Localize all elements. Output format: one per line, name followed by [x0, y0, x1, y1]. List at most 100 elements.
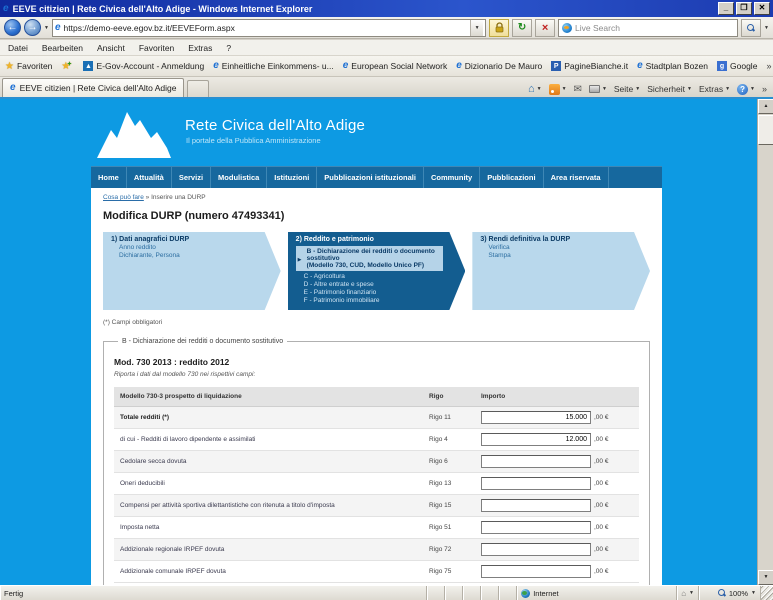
mod730-table: Modello 730-3 prospetto di liquidazione …	[114, 387, 639, 583]
row-label: Oneri deducibili	[120, 480, 429, 487]
tab-active[interactable]: e EEVE citizien | Rete Civica dell'Alto …	[2, 78, 184, 97]
favorite-label: E-Gov-Account - Anmeldung	[96, 61, 204, 71]
security-lock-icon[interactable]	[489, 19, 509, 37]
minimize-button[interactable]: _	[718, 2, 734, 15]
breadcrumb-link[interactable]: Cosa può fare	[103, 194, 144, 201]
step2-active-item[interactable]: ▶ B - Dichiarazione dei redditi o docume…	[296, 246, 444, 271]
new-tab-button[interactable]	[187, 80, 209, 97]
help-button[interactable]: ?▼	[737, 84, 755, 95]
back-button[interactable]: ←	[4, 19, 21, 36]
step2-item-agricoltura[interactable]: C - Agricoltura	[296, 273, 444, 280]
vertical-scrollbar[interactable]: ▲ ▼	[757, 99, 773, 585]
nav-istituzioni[interactable]: Istituzioni	[267, 167, 317, 188]
step1-item-dichiarante[interactable]: Dichiarante, Persona	[111, 252, 259, 259]
tools-menu-button[interactable]: Extras▼	[699, 84, 730, 94]
wizard-step-3[interactable]: 3) Rendi definitiva la DURP Verifica Sta…	[472, 232, 650, 310]
feeds-button[interactable]: ▼	[549, 84, 567, 95]
nav-community[interactable]: Community	[424, 167, 480, 188]
amount-input-rigo15[interactable]	[481, 499, 591, 512]
address-input[interactable]: e https://demo-eeve.egov.bz.it/EEVEForm.…	[52, 19, 486, 37]
page-menu-button[interactable]: Seite▼	[614, 84, 640, 94]
favorite-paginebianche[interactable]: P PagineBianche.it	[551, 61, 628, 71]
stop-button[interactable]: ×	[535, 19, 555, 37]
forward-button[interactable]: →	[24, 19, 41, 36]
page-content: Cosa può fare » Inserire una DURP Modifi…	[91, 188, 662, 585]
search-options-icon[interactable]: ▼	[764, 25, 769, 31]
amount-input-rigo51[interactable]	[481, 521, 591, 534]
amount-input-rigo75[interactable]	[481, 565, 591, 578]
nav-pubblicazioni[interactable]: Pubblicazioni	[480, 167, 543, 188]
favorite-stadtplan[interactable]: e Stadtplan Bozen	[637, 61, 708, 71]
caret-icon: ▼	[537, 86, 542, 92]
egov-favicon-icon: ▲	[83, 61, 93, 71]
amount-suffix: ,00 €	[594, 414, 608, 421]
close-button[interactable]: ✕	[754, 2, 770, 15]
menu-extras[interactable]: Extras	[188, 43, 212, 53]
amount-suffix: ,00 €	[594, 524, 608, 531]
scrollbar-thumb[interactable]	[758, 115, 773, 145]
mail-button[interactable]: ✉	[574, 84, 582, 95]
nav-pubblicazioni-istituzionali[interactable]: Pubblicazioni istituzionali	[317, 167, 424, 188]
scroll-up-icon[interactable]: ▲	[758, 99, 773, 114]
url-text[interactable]: https://demo-eeve.egov.bz.it/EEVEForm.as…	[64, 23, 468, 33]
search-input[interactable]: Live Search	[558, 19, 738, 37]
protected-mode-button[interactable]: ⌂ ▼	[677, 586, 699, 600]
favorites-overflow-icon[interactable]: »	[766, 61, 771, 71]
command-overflow-icon[interactable]: »	[762, 84, 767, 94]
favorites-button[interactable]: ★ Favoriten	[5, 61, 52, 72]
nav-servizi[interactable]: Servizi	[172, 167, 211, 188]
print-button[interactable]: ▼	[589, 85, 607, 93]
step1-item-anno[interactable]: Anno reddito	[111, 244, 259, 251]
active-marker-icon: ▶	[298, 257, 302, 263]
step3-item-verifica[interactable]: Verifica	[480, 244, 628, 251]
address-dropdown-icon[interactable]: ▼	[470, 20, 483, 36]
amount-input-rigo11[interactable]	[481, 411, 591, 424]
amount-input-rigo4[interactable]	[481, 433, 591, 446]
home-button[interactable]: ⌂▼	[528, 83, 542, 95]
help-icon: ?	[737, 84, 748, 95]
favorite-label: PagineBianche.it	[564, 61, 628, 71]
zoom-control[interactable]: 100% ▼	[699, 586, 761, 600]
favorite-google[interactable]: g Google	[717, 61, 757, 71]
nav-home[interactable]: Home	[91, 167, 127, 188]
nav-modulistica[interactable]: Modulistica	[211, 167, 267, 188]
step2-item-altre-entrate[interactable]: D - Altre entrate e spese	[296, 281, 444, 288]
step2-item-patrimonio-finanziario[interactable]: E - Patrimonio finanziario	[296, 289, 444, 296]
ie-favicon-icon: e	[637, 61, 643, 71]
favorite-einheitliche[interactable]: e Einheitliche Einkommens- u...	[213, 61, 334, 71]
table-row: Addizionale comunale IRPEF dovuta Rigo 7…	[114, 561, 639, 583]
nav-area-riservata[interactable]: Area riservata	[544, 167, 609, 188]
amount-input-rigo13[interactable]	[481, 477, 591, 490]
menu-datei[interactable]: Datei	[8, 43, 28, 53]
menu-help[interactable]: ?	[226, 43, 231, 53]
favorite-esn[interactable]: e European Social Network	[343, 61, 447, 71]
favorite-egov-account[interactable]: ▲ E-Gov-Account - Anmeldung	[83, 61, 204, 71]
search-placeholder: Live Search	[575, 23, 734, 33]
refresh-button[interactable]: ↻	[512, 19, 532, 37]
menu-bearbeiten[interactable]: Bearbeiten	[42, 43, 83, 53]
nav-attualita[interactable]: Attualità	[127, 167, 172, 188]
step3-item-stampa[interactable]: Stampa	[480, 252, 628, 259]
menu-favoriten[interactable]: Favoriten	[139, 43, 174, 53]
site-header: Rete Civica dell'Alto Adige Il portale d…	[91, 99, 662, 166]
history-dropdown-icon[interactable]: ▼	[44, 25, 49, 31]
safety-menu-button[interactable]: Sicherheit▼	[647, 84, 692, 94]
search-go-button[interactable]	[741, 19, 761, 37]
amount-input-rigo72[interactable]	[481, 543, 591, 556]
menu-ansicht[interactable]: Ansicht	[97, 43, 125, 53]
wizard-step-2[interactable]: 2) Reddito e patrimonio ▶ B - Dichiarazi…	[288, 232, 466, 310]
restore-button[interactable]: ❐	[736, 2, 752, 15]
mountain-logo-icon	[97, 108, 179, 158]
security-zone: Internet	[517, 586, 677, 600]
step2-item-patrimonio-immobiliare[interactable]: F - Patrimonio immobiliare	[296, 297, 444, 304]
table-header-row: Modello 730-3 prospetto di liquidazione …	[114, 387, 639, 407]
browser-viewport: Rete Civica dell'Alto Adige Il portale d…	[0, 99, 773, 585]
favorite-dizionario[interactable]: e Dizionario De Mauro	[456, 61, 542, 71]
wizard-step-1[interactable]: 1) Dati anagrafici DURP Anno reddito Dic…	[103, 232, 281, 310]
tools-menu-label: Extras	[699, 84, 723, 94]
add-favorite-icon[interactable]: ★	[61, 61, 74, 72]
amount-input-rigo6[interactable]	[481, 455, 591, 468]
page-favicon-icon: e	[55, 23, 61, 33]
scroll-down-icon[interactable]: ▼	[758, 570, 773, 585]
resize-grip[interactable]	[761, 586, 773, 600]
